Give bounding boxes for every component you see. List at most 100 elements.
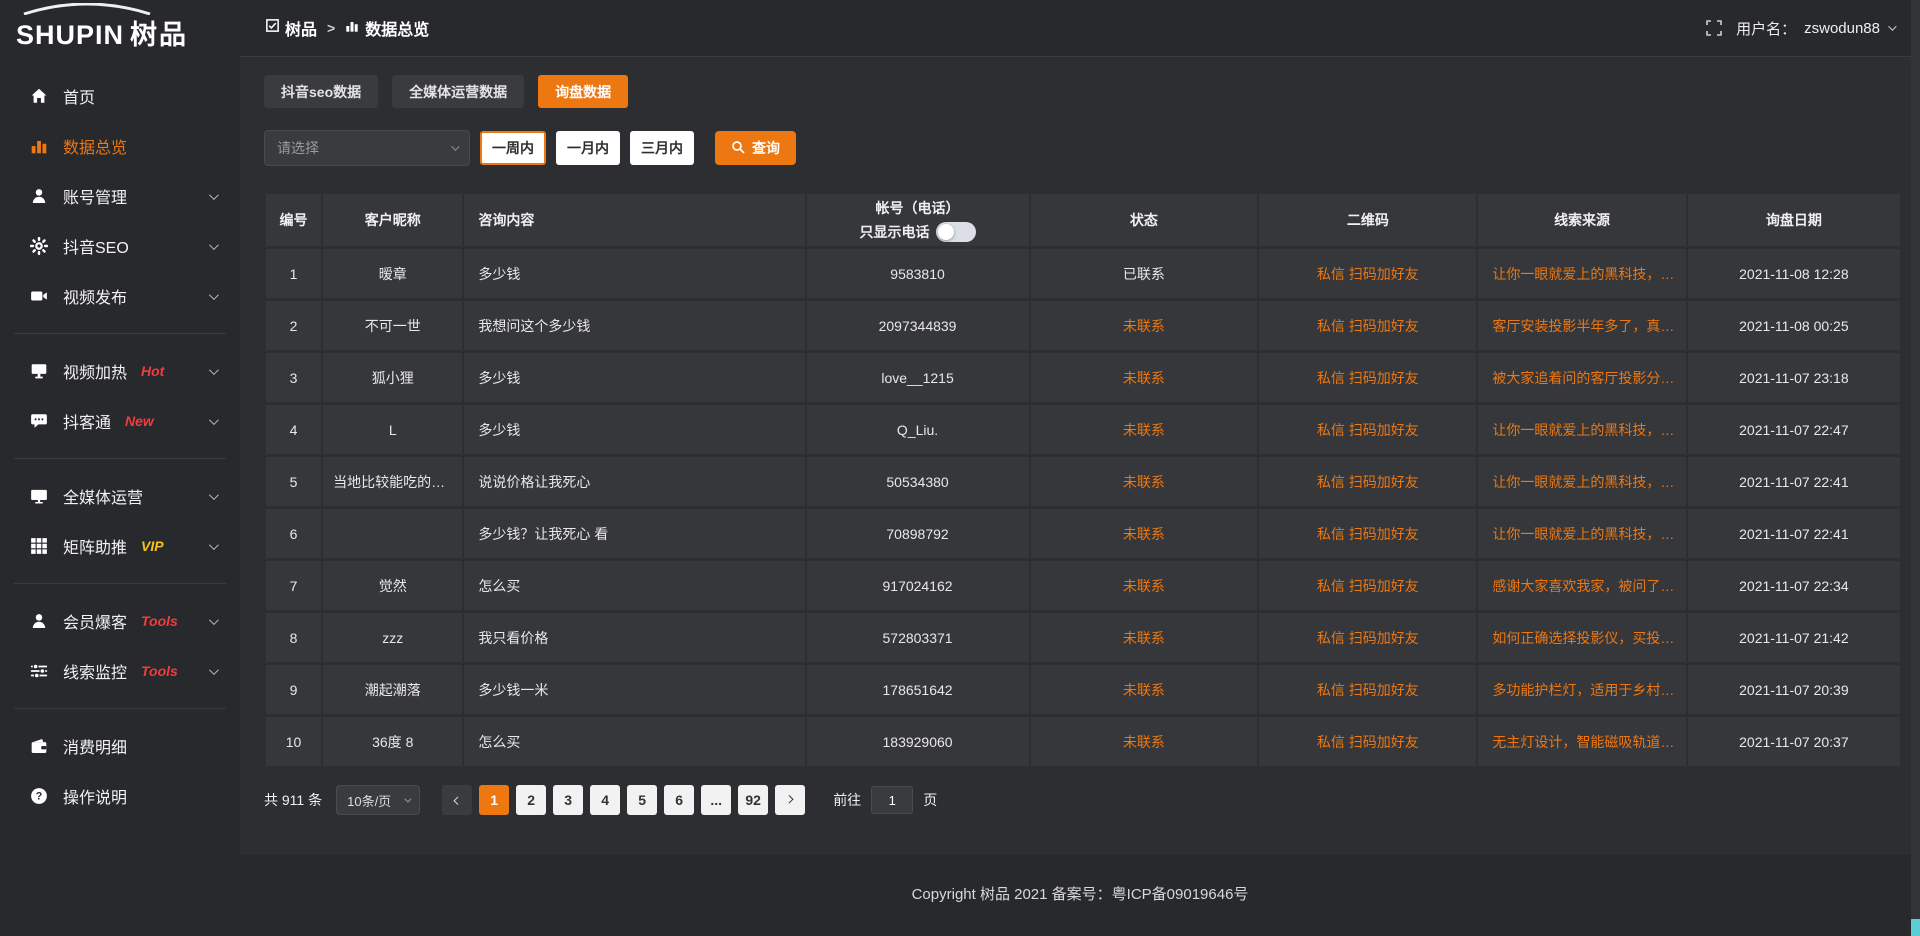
sidebar-item-wallet[interactable]: 消费明细 — [0, 721, 240, 771]
user-area: 用户名：zswodun88 — [1706, 18, 1894, 39]
sidebar-item-home[interactable]: 首页 — [0, 71, 240, 121]
sidebar-item-video-camera[interactable]: 视频发布 — [0, 271, 240, 321]
breadcrumb-current[interactable]: 数据总览 — [345, 16, 429, 40]
chevron-down-icon — [405, 795, 412, 802]
sidebar-item-grid[interactable]: 矩阵助推 VIP — [0, 521, 240, 571]
scrollbar[interactable] — [1911, 0, 1920, 936]
table-row: 9潮起潮落多少钱一米178651642未联系私信 扫码加好友多功能护栏灯，适用于… — [266, 665, 1900, 714]
cell-source-link[interactable]: 让你一眼就爱上的黑科技，能... — [1478, 405, 1685, 454]
sidebar-item-sliders[interactable]: 线索监控Tools — [0, 646, 240, 696]
tab-1[interactable]: 全媒体运营数据 — [392, 75, 524, 108]
sidebar-item-label: 会员爆客 — [63, 609, 127, 633]
cell-source-link[interactable]: 无主灯设计，智能磁吸轨道灯... — [1478, 717, 1685, 766]
sidebar-divider — [14, 333, 226, 334]
sidebar-item-bar-chart[interactable]: 数据总览 — [0, 121, 240, 171]
cell-content: 多少钱？让我死心 看 — [464, 509, 804, 558]
phone-only-label: 只显示电话 — [860, 222, 930, 243]
scrollbar-thumb[interactable] — [1911, 919, 1920, 936]
sidebar-item-label: 视频发布 — [63, 284, 127, 308]
filter-select[interactable]: 请选择 — [264, 130, 470, 166]
sidebar-item-person[interactable]: 会员爆客Tools — [0, 596, 240, 646]
cell-source-link[interactable]: 让你一眼就爱上的黑科技，能... — [1478, 457, 1685, 506]
page-button-4[interactable]: 4 — [590, 785, 620, 815]
cell-qrcode-link[interactable]: 私信 扫码加好友 — [1259, 717, 1476, 766]
page-button-2[interactable]: 2 — [516, 785, 546, 815]
cell-source-link[interactable]: 如何正确选择投影仪，买投影... — [1478, 613, 1685, 662]
page-button-3[interactable]: 3 — [553, 785, 583, 815]
cell-qrcode-link[interactable]: 私信 扫码加好友 — [1259, 301, 1476, 350]
sidebar-item-label: 线索监控 — [63, 659, 127, 683]
cell-date: 2021-11-07 22:41 — [1688, 509, 1900, 558]
cell-qrcode-link[interactable]: 私信 扫码加好友 — [1259, 405, 1476, 454]
sidebar-item-gear[interactable]: 抖音SEO — [0, 221, 240, 271]
cell-nickname — [323, 509, 462, 558]
cell-nickname: 36度 8 — [323, 717, 462, 766]
search-button[interactable]: 查询 — [715, 131, 796, 165]
inquiry-table: 编号 客户昵称 咨询内容 帐号（电话） 只显示电话 状态 — [264, 191, 1902, 769]
sliders-icon — [30, 662, 48, 680]
range-button-0[interactable]: 一周内 — [480, 131, 546, 165]
cell-source-link[interactable]: 多功能护栏灯，适用于乡村文... — [1478, 665, 1685, 714]
cell-account: 572803371 — [807, 613, 1029, 662]
cell-qrcode-link[interactable]: 私信 扫码加好友 — [1259, 249, 1476, 298]
sidebar-item-label: 首页 — [63, 84, 95, 108]
sidebar-item-user[interactable]: 账号管理 — [0, 171, 240, 221]
col-status: 状态 — [1031, 194, 1258, 246]
range-button-1[interactable]: 一月内 — [556, 131, 620, 165]
cell-source-link[interactable]: 感谢大家喜欢我家，被问了好... — [1478, 561, 1685, 610]
tab-2[interactable]: 询盘数据 — [538, 75, 628, 108]
cell-account: Q_Liu. — [807, 405, 1029, 454]
prev-page-button[interactable] — [442, 785, 472, 815]
cell-status: 已联系 — [1031, 249, 1258, 298]
pagination: 共 911 条 10条/页 123456...92 前往 1 页 — [264, 785, 1902, 815]
page-size-select[interactable]: 10条/页 — [336, 785, 420, 815]
sidebar-item-screen[interactable]: 视频加热Hot — [0, 346, 240, 396]
phone-only-toggle[interactable] — [936, 222, 976, 242]
breadcrumb-root[interactable]: 树品 — [266, 16, 317, 40]
screen-icon — [30, 362, 48, 380]
cell-qrcode-link[interactable]: 私信 扫码加好友 — [1259, 353, 1476, 402]
next-page-button[interactable] — [775, 785, 805, 815]
inquiry-table-wrap: 编号 客户昵称 咨询内容 帐号（电话） 只显示电话 状态 — [264, 191, 1902, 769]
sidebar-item-badge: VIP — [141, 538, 164, 554]
sidebar-nav: 首页数据总览账号管理抖音SEO视频发布视频加热Hot抖客通New全媒体运营矩阵助… — [0, 57, 240, 821]
sidebar-item-label: 矩阵助推 — [63, 534, 127, 558]
cell-qrcode-link[interactable]: 私信 扫码加好友 — [1259, 665, 1476, 714]
sidebar-item-monitor[interactable]: 全媒体运营 — [0, 471, 240, 521]
cell-date: 2021-11-07 20:39 — [1688, 665, 1900, 714]
cell-id: 1 — [266, 249, 321, 298]
cell-content: 多少钱一米 — [464, 665, 804, 714]
user-dropdown[interactable]: 用户名：zswodun88 — [1736, 18, 1894, 39]
range-buttons: 一周内一月内三月内 — [470, 131, 694, 165]
page-button-92[interactable]: 92 — [738, 785, 768, 815]
chevron-down-icon — [209, 487, 216, 505]
sidebar-item-help-circle[interactable]: ?操作说明 — [0, 771, 240, 821]
logo-en: SHUPIN — [16, 20, 124, 50]
cell-source-link[interactable]: 让你一眼就爱上的黑科技，能... — [1478, 249, 1685, 298]
cell-nickname: zzz — [323, 613, 462, 662]
page-button-1[interactable]: 1 — [479, 785, 509, 815]
cell-nickname: 不可一世 — [323, 301, 462, 350]
cell-qrcode-link[interactable]: 私信 扫码加好友 — [1259, 613, 1476, 662]
fullscreen-icon[interactable] — [1706, 20, 1722, 36]
page-button-5[interactable]: 5 — [627, 785, 657, 815]
sidebar-divider — [14, 583, 226, 584]
page-ellipsis-button[interactable]: ... — [701, 785, 731, 815]
cell-content: 多少钱 — [464, 353, 804, 402]
page-button-6[interactable]: 6 — [664, 785, 694, 815]
sidebar-item-chat-bubble[interactable]: 抖客通New — [0, 396, 240, 446]
cell-qrcode-link[interactable]: 私信 扫码加好友 — [1259, 509, 1476, 558]
cell-qrcode-link[interactable]: 私信 扫码加好友 — [1259, 561, 1476, 610]
cell-source-link[interactable]: 让你一眼就爱上的黑科技，能... — [1478, 509, 1685, 558]
cell-source-link[interactable]: 被大家追着问的客厅投影分享... — [1478, 353, 1685, 402]
goto-page-input[interactable]: 1 — [871, 786, 913, 814]
col-date: 询盘日期 — [1688, 194, 1900, 246]
tab-0[interactable]: 抖音seo数据 — [264, 75, 378, 108]
cell-date: 2021-11-08 12:28 — [1688, 249, 1900, 298]
footer: Copyright 树品 2021 备案号：粤ICP备09019646号 — [240, 855, 1920, 936]
cell-content: 多少钱 — [464, 405, 804, 454]
chevron-down-icon — [209, 237, 216, 255]
cell-source-link[interactable]: 客厅安装投影半年多了，真实... — [1478, 301, 1685, 350]
range-button-2[interactable]: 三月内 — [630, 131, 694, 165]
cell-qrcode-link[interactable]: 私信 扫码加好友 — [1259, 457, 1476, 506]
